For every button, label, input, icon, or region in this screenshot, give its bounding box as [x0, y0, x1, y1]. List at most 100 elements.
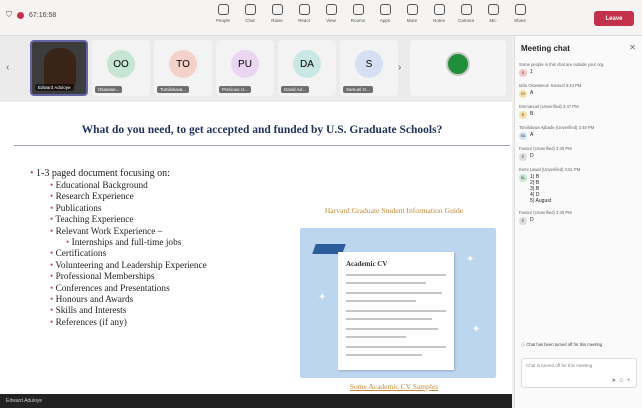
more-icon [406, 4, 418, 15]
chat-avatar: E [519, 111, 527, 119]
chat-compose-placeholder: Chat is turned off for this meeting [526, 363, 593, 368]
slide-bullet-text: Professional Memberships [55, 272, 155, 283]
shared-slide: What do you need, to get accepted and fu… [14, 114, 510, 394]
participant-name: David Ad... [281, 86, 309, 93]
presenter-caption-bar: Edward Aduloye [0, 394, 512, 408]
slide-bullet-text: Teaching Experience [55, 215, 134, 226]
chat-message-list: Some people in this chat are outside you… [519, 62, 639, 231]
share-icon [514, 4, 526, 15]
slide-bullet-item: • Certifications [50, 249, 107, 260]
slide-bullet-text: References (if any) [55, 317, 127, 328]
chevron-left-icon[interactable]: ‹ [6, 62, 9, 73]
cv-line [346, 310, 446, 312]
rooms-icon [352, 4, 364, 15]
chat-message-meta: Some people in this chat are outside you… [519, 62, 605, 67]
slide-bullet-text: Skills and Interests [55, 306, 127, 317]
slide-bullet-text: Research Experience [55, 192, 134, 203]
chat-message-text: 1 [530, 69, 533, 75]
toolbar-apps-button[interactable]: Apps [374, 4, 396, 23]
toolbar-notes-button[interactable]: Notes [428, 4, 450, 23]
slide-subitem: • Internships and full-time jobs [66, 238, 182, 249]
toolbar-button-label: Rooms [350, 18, 366, 23]
toolbar-button-label: Camera [457, 18, 474, 23]
chevron-right-icon[interactable]: › [398, 62, 401, 73]
participant-tile[interactable]: S Samuel O... [340, 40, 398, 96]
slide-subitem-text: Internships and full-time jobs [71, 238, 182, 249]
leave-button[interactable]: Leave [594, 11, 634, 26]
chat-compose-box[interactable]: Chat is turned off for this meeting ➤☺+ [521, 358, 637, 388]
toolbar-more-button[interactable]: More [401, 4, 423, 23]
chat-message-text: B [530, 111, 534, 117]
slide-bullet-item: • Conferences and Presentations [50, 283, 170, 294]
meeting-chat-panel: Meeting chat ✕ Some people in this chat … [514, 36, 642, 408]
recording-icon [17, 11, 24, 19]
participant-tile[interactable]: TO Tomiloluwa... [154, 40, 212, 96]
chat-message-text: A [530, 132, 534, 138]
toolbar-view-button[interactable]: View [320, 4, 342, 23]
compose-actions: ➤☺+ [611, 377, 632, 384]
chat-message: Emmanuel (Unverified) 3:47 PM E B [519, 104, 639, 119]
toolbar-chat-button[interactable]: Chat [239, 4, 261, 23]
participant-avatar: DA [293, 50, 321, 78]
notes-icon [433, 4, 445, 15]
meeting-timer-group: ⛉ 67:16:58 [6, 10, 56, 20]
toolbar-react-button[interactable]: React [293, 4, 315, 23]
participant-avatar: OO [107, 50, 135, 78]
chat-avatar: F [519, 153, 527, 161]
chat-avatar: F [519, 217, 527, 225]
toolbar-button-label: View [326, 18, 336, 23]
chat-system-note-text: Chat has been turned off for this meetin… [526, 342, 603, 347]
toolbar-button-label: More [406, 18, 418, 23]
participant-tile[interactable]: Edward Aduloye [30, 40, 88, 96]
sparkle-icon: ✦ [318, 292, 327, 303]
chat-message-meta: Iddo Oluwaseun Samuel 3:44 PM [519, 83, 582, 88]
cv-samples-link[interactable]: Some Academic CV Samples [290, 382, 498, 391]
toolbar-rooms-button[interactable]: Rooms [347, 4, 369, 23]
attach-icon[interactable]: + [626, 378, 632, 384]
toolbar-button-label: Share [513, 18, 526, 23]
toolbar-raise-button[interactable]: Raise [266, 4, 288, 23]
participant-avatar: PU [231, 50, 259, 78]
slide-bullet-item: • Honours and Awards [50, 295, 134, 306]
participant-tile[interactable]: OO Oluwase... [92, 40, 150, 96]
toolbar-button-label: React [298, 18, 310, 23]
close-icon[interactable]: ✕ [629, 43, 636, 52]
participant-tile[interactable]: PU Precious U... [216, 40, 274, 96]
participant-strip: ‹ Edward Aduloye OO Oluwase... TO Tomiloluwa… [0, 36, 512, 102]
cv-line [346, 292, 442, 294]
cv-line [346, 274, 446, 276]
toolbar-share-button[interactable]: Share [509, 4, 531, 23]
view-icon [325, 4, 337, 15]
cv-line [346, 318, 432, 320]
toolbar-mic-button[interactable]: Mic [482, 4, 504, 23]
participant-tile-logo[interactable] [410, 40, 506, 96]
slide-bullet-text: Conferences and Presentations [55, 283, 170, 294]
guide-link[interactable]: Harvard Graduate Student Information Gui… [290, 206, 498, 215]
meeting-timer: 67:16:58 [29, 11, 57, 19]
toolbar-people-button[interactable]: People [212, 4, 234, 23]
chat-avatar: SA [519, 132, 527, 140]
slide-lead-text: 1-3 paged document focusing on: [36, 168, 170, 179]
camera-icon [460, 4, 472, 15]
chat-message: Favour (Unverified) 3:45 PM F D [519, 146, 639, 161]
slide-bullet-item: • References (if any) [50, 317, 127, 328]
slide-bullet-text: Educational Background [55, 181, 148, 191]
slide-bullet-item: • Teaching Experience [50, 215, 134, 226]
presenter-name: Edward Aduloye [6, 398, 43, 404]
slide-bullet-item: • Skills and Interests [50, 306, 127, 317]
chat-message-text: D [530, 217, 534, 223]
slide-bullet-text: Publications [55, 203, 102, 214]
toolbar-button-label: Mic [489, 18, 497, 23]
sparkle-icon: ✦ [472, 324, 481, 335]
toolbar-button-label: Notes [433, 18, 445, 23]
react-icon [298, 4, 310, 15]
chat-avatar: KL [519, 174, 527, 182]
slide-bullet-list: • 1-3 paged document focusing on: • Educ… [30, 168, 290, 329]
cv-illustration: ✦ ✦ ✦ Academic CV [300, 228, 496, 378]
toolbar-camera-button[interactable]: Camera [455, 4, 477, 23]
chat-message: Iddo Oluwaseun Samuel 3:44 PM IO A [519, 83, 639, 98]
participant-name: Oluwase... [95, 86, 123, 93]
slide-bullet-text: Certifications [55, 249, 107, 260]
toolbar-buttons: People Chat Raise React View Rooms Apps More Not… [212, 4, 531, 23]
participant-tile[interactable]: DA David Ad... [278, 40, 336, 96]
